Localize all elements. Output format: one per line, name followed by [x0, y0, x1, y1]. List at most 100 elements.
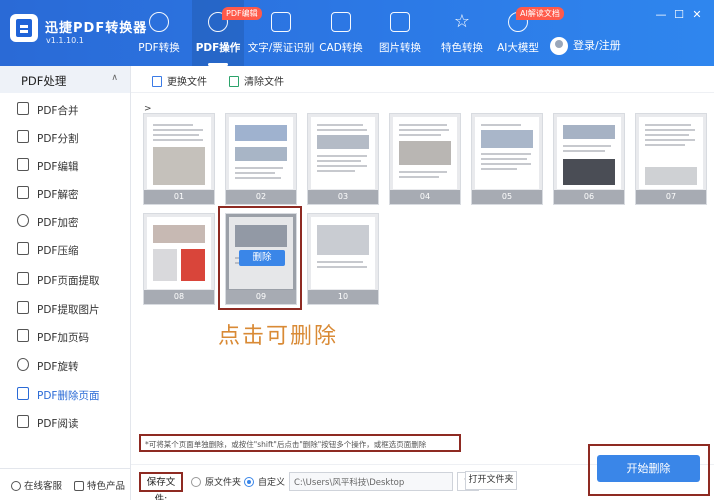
tab-label: CAD转换	[319, 42, 363, 54]
close-icon[interactable]: ✕	[688, 8, 706, 22]
page-number: 04	[390, 190, 460, 204]
trash-icon	[229, 76, 239, 87]
page-number: 05	[472, 190, 542, 204]
delete-page-button[interactable]: 删除	[239, 250, 285, 266]
page-thumbnail-selected[interactable]: 删除 09	[225, 213, 297, 305]
page-number: 02	[226, 190, 296, 204]
split-icon	[17, 130, 29, 143]
radio-icon	[191, 477, 201, 487]
sidebar-item-pdf-delete-pages[interactable]: PDF删除页面	[0, 380, 130, 408]
sidebar-item-pdf-decrypt[interactable]: PDF解密	[0, 179, 130, 207]
sidebar-item-label: PDF页面提取	[37, 275, 100, 287]
sidebar-item-label: PDF删除页面	[37, 390, 100, 402]
extract-image-icon	[17, 301, 29, 314]
annotation-text: 点击可删除	[218, 324, 339, 349]
page-thumbnail[interactable]: 07	[635, 113, 707, 205]
radio-label: 自定义	[258, 478, 286, 488]
page-thumbnail[interactable]: 10	[307, 213, 379, 305]
clear-files-button[interactable]: 清除文件	[229, 73, 284, 88]
sidebar-item-pdf-compress[interactable]: PDF压缩	[0, 235, 130, 263]
sidebar-item-label: PDF压缩	[37, 245, 79, 257]
sidebar-item-pdf-read[interactable]: PDF阅读	[0, 408, 130, 436]
sidebar-item-label: PDF加密	[37, 217, 79, 229]
online-service-button[interactable]: 在线客服	[11, 478, 62, 492]
page-preview	[311, 217, 375, 289]
page-number: 01	[144, 190, 214, 204]
sidebar-item-pdf-extract-images[interactable]: PDF提取图片	[0, 294, 130, 322]
page-preview	[475, 117, 539, 189]
unlock-icon	[17, 186, 29, 199]
page-preview	[229, 117, 293, 189]
page-number: 03	[308, 190, 378, 204]
cad-icon	[331, 12, 351, 32]
radio-custom-folder[interactable]: 自定义	[244, 475, 285, 488]
tab-label: AI大模型	[497, 42, 539, 54]
start-button-highlight: 开始删除	[588, 444, 710, 496]
main-panel: 更换文件 清除文件 > 01 02 03 04 05 06 07 08 删除 0…	[131, 66, 714, 500]
avatar-icon	[550, 37, 568, 55]
page-thumbnail[interactable]: 02	[225, 113, 297, 205]
sidebar-item-label: PDF加页码	[37, 332, 89, 344]
sidebar-item-label: PDF解密	[37, 189, 79, 201]
save-file-label: 保存文件:	[139, 472, 183, 500]
app-logo-icon	[10, 14, 38, 42]
sidebar-item-pdf-encrypt[interactable]: PDF加密	[0, 207, 130, 235]
tab-special-convert[interactable]: ☆ 特色转换	[434, 0, 490, 66]
clear-files-label: 清除文件	[244, 77, 284, 88]
sidebar-item-pdf-extract-pages[interactable]: PDF页面提取	[0, 265, 130, 293]
app-version: v1.1.10.1	[46, 36, 84, 45]
page-number: 09	[226, 290, 296, 304]
tab-pdf-convert[interactable]: PDF转换	[130, 0, 188, 66]
sidebar-header-title: PDF处理	[21, 74, 67, 88]
tab-label: 特色转换	[441, 42, 483, 54]
radio-label: 原文件夹	[205, 478, 242, 488]
replace-file-icon	[152, 76, 162, 87]
minimize-icon[interactable]: —	[652, 8, 670, 22]
sidebar-item-pdf-split[interactable]: PDF分割	[0, 123, 130, 151]
page-thumbnail[interactable]: 01	[143, 113, 215, 205]
sidebar-item-pdf-page-numbers[interactable]: PDF加页码	[0, 322, 130, 350]
page-preview	[147, 217, 211, 289]
featured-products-label: 特色产品	[87, 481, 126, 492]
page-thumbnail[interactable]: 08	[143, 213, 215, 305]
sidebar-item-label: PDF提取图片	[37, 304, 100, 316]
tab-label: 图片转换	[379, 42, 421, 54]
page-thumbnail[interactable]: 03	[307, 113, 379, 205]
sidebar-item-pdf-edit[interactable]: PDF编辑	[0, 151, 130, 179]
maximize-icon[interactable]: ☐	[670, 8, 688, 22]
page-thumbnail[interactable]: 05	[471, 113, 543, 205]
page-preview	[557, 117, 621, 189]
scan-icon	[271, 12, 291, 32]
tab-ocr[interactable]: 文字/票证识别	[246, 0, 316, 66]
extract-page-icon	[17, 272, 29, 285]
star-icon: ☆	[453, 11, 471, 32]
page-number: 08	[144, 290, 214, 304]
sidebar-item-label: PDF旋转	[37, 361, 79, 373]
page-thumbnail[interactable]: 06	[553, 113, 625, 205]
featured-products-button[interactable]: 特色产品	[74, 478, 125, 492]
sidebar-item-pdf-merge[interactable]: PDF合并	[0, 95, 130, 123]
chat-icon	[11, 481, 21, 491]
page-thumbnail[interactable]: 04	[389, 113, 461, 205]
tab-cad-convert[interactable]: CAD转换	[318, 0, 364, 66]
radio-original-folder[interactable]: 原文件夹	[191, 475, 241, 488]
sidebar-item-label: PDF分割	[37, 133, 79, 145]
radio-checked-icon	[244, 477, 254, 487]
login-label: 登录/注册	[573, 39, 621, 52]
title-bar: 迅捷PDF转换器 v1.1.10.1 PDF转换 PDF操作 PDF编辑 文字/…	[0, 0, 714, 66]
shield-icon	[17, 214, 29, 227]
login-button[interactable]: 登录/注册	[550, 36, 621, 56]
open-folder-button[interactable]: 打开文件夹	[465, 471, 517, 490]
compress-icon	[17, 242, 29, 255]
tab-image-convert[interactable]: 图片转换	[374, 0, 426, 66]
replace-file-label: 更换文件	[167, 77, 207, 88]
start-delete-button[interactable]: 开始删除	[597, 455, 700, 482]
sidebar-header[interactable]: PDF处理 ∧	[0, 66, 130, 93]
replace-file-button[interactable]: 更换文件	[152, 73, 207, 88]
tab-label: PDF转换	[138, 42, 180, 54]
sidebar-item-pdf-rotate[interactable]: PDF旋转	[0, 351, 130, 379]
book-icon	[17, 415, 29, 428]
save-path-input[interactable]	[289, 472, 453, 491]
refresh-icon	[149, 12, 169, 32]
rotate-icon	[17, 358, 29, 371]
